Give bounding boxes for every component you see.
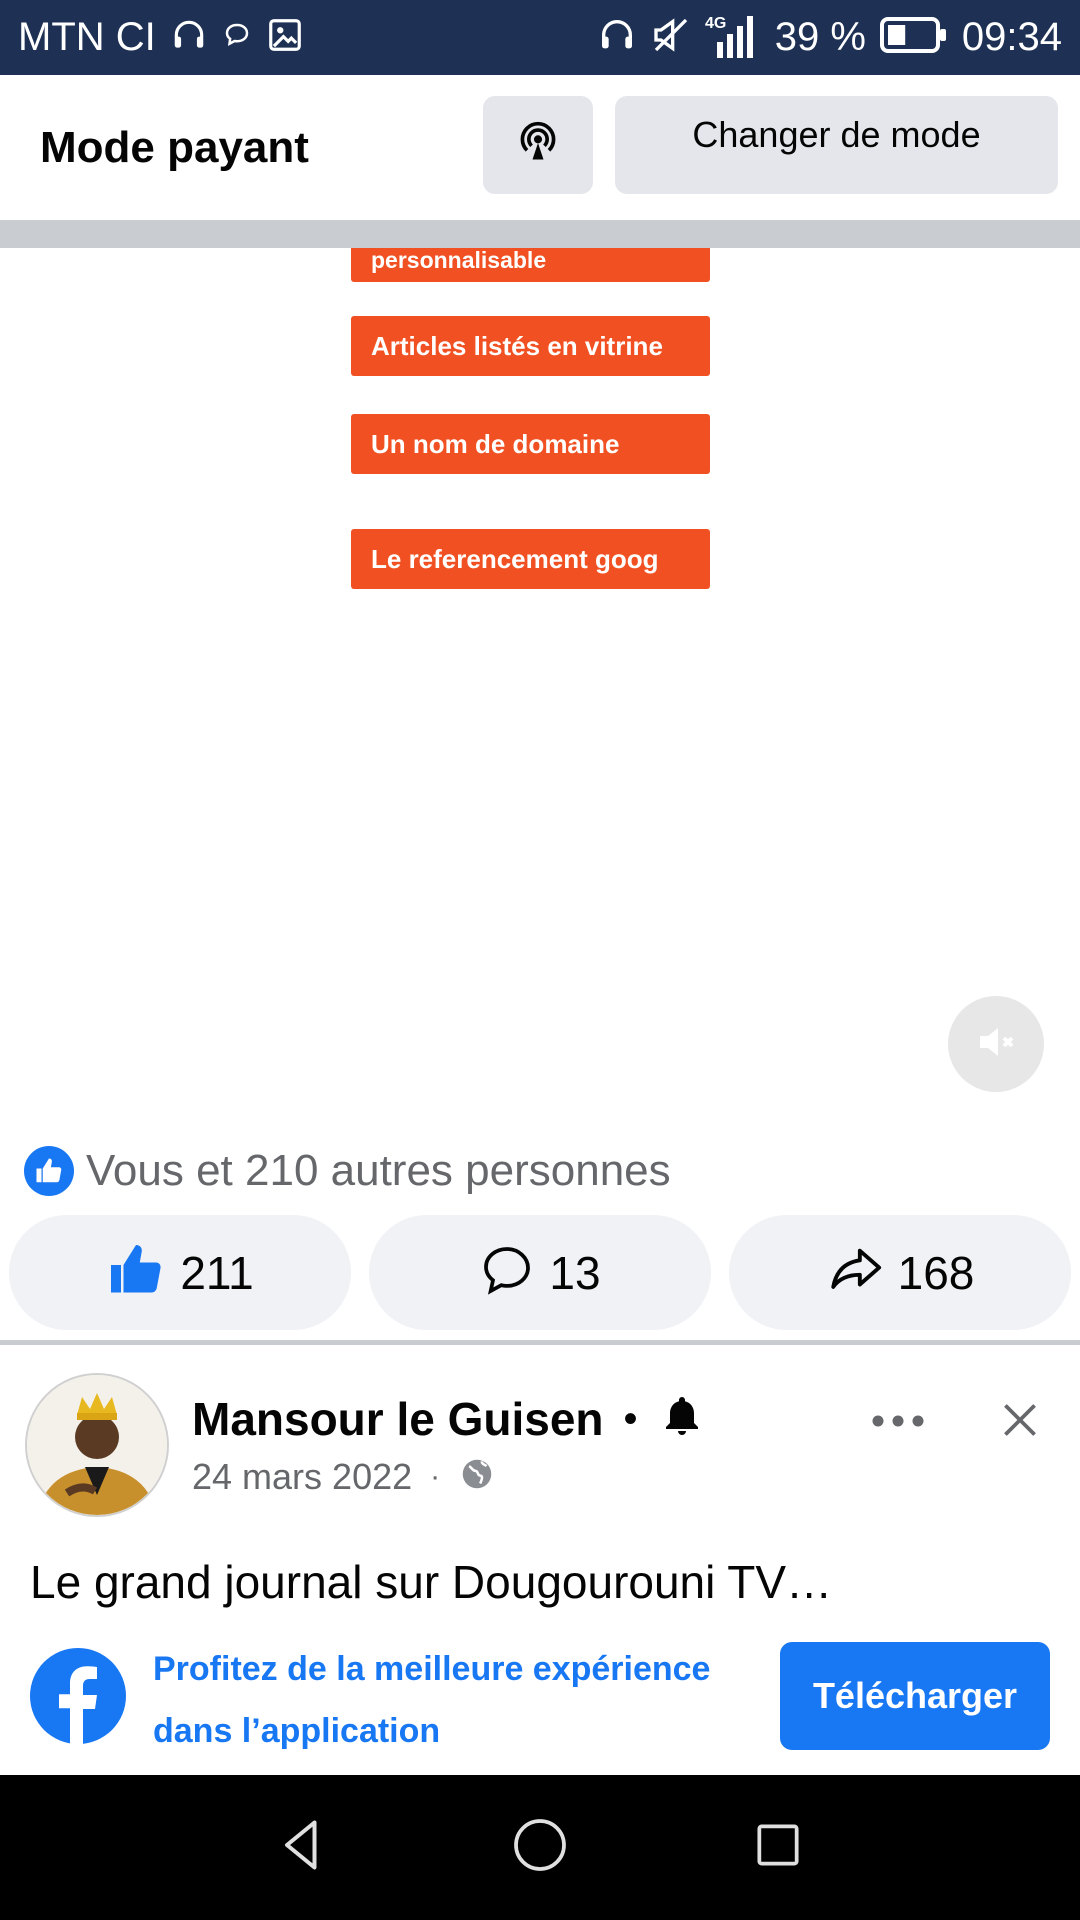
reactions-text: Vous et 210 autres personnes — [86, 1146, 671, 1195]
post-header: Mansour le Guisen • — [192, 1392, 706, 1446]
share-arrow-icon — [826, 1241, 884, 1304]
bell-icon[interactable] — [658, 1393, 706, 1446]
image-icon — [266, 16, 304, 59]
hide-post-button[interactable] — [995, 1395, 1045, 1445]
post-meta: 24 mars 2022 · — [192, 1455, 496, 1498]
author-name[interactable]: Mansour le Guisen — [192, 1392, 604, 1446]
video-tag: Un nom de domaine — [351, 414, 710, 474]
comment-count: 13 — [549, 1246, 601, 1299]
broadcast-icon — [516, 121, 560, 170]
like-count: 211 — [180, 1246, 254, 1299]
video-tag: Articles listés en vitrine — [351, 316, 710, 376]
like-button[interactable]: 211 — [9, 1215, 351, 1330]
share-button[interactable]: 168 — [729, 1215, 1071, 1330]
vibrate-off-icon — [651, 15, 691, 60]
post-actions: 211 13 168 — [0, 1215, 1080, 1330]
avatar[interactable] — [25, 1373, 169, 1517]
post-text[interactable]: Le grand journal sur Dougourouni TV… — [30, 1555, 832, 1609]
home-circle-icon — [508, 1813, 572, 1882]
status-bar-right: 4G 39 % 09:34 — [597, 0, 1062, 75]
reactions-summary[interactable]: Vous et 210 autres personnes — [24, 1145, 671, 1197]
post-date[interactable]: 24 mars 2022 — [192, 1456, 412, 1498]
video-player[interactable]: personnalisable Articles listés en vitri… — [0, 248, 1080, 1133]
download-app-button[interactable]: Télécharger — [780, 1642, 1050, 1750]
thumbs-up-icon — [106, 1240, 166, 1305]
comment-icon — [479, 1242, 535, 1303]
battery-percent: 39 % — [774, 15, 866, 59]
data-mode-header: Mode payant Changer de mode — [0, 75, 1080, 220]
recent-square-icon — [750, 1817, 806, 1878]
like-reaction-icon — [24, 1146, 74, 1196]
close-icon — [995, 1404, 1045, 1449]
meta-separator: · — [430, 1459, 441, 1493]
status-bar-left: MTN CI — [18, 0, 304, 75]
video-tag: Le referencement goog — [351, 529, 710, 589]
system-nav-bar — [0, 1775, 1080, 1920]
mode-title: Mode payant — [40, 123, 309, 172]
facebook-logo-icon — [28, 1646, 128, 1746]
more-options-button[interactable] — [870, 1395, 926, 1451]
comment-button[interactable]: 13 — [369, 1215, 711, 1330]
share-count: 168 — [897, 1246, 975, 1299]
network-type: 4G — [705, 15, 726, 32]
switch-mode-label: Changer de mode — [692, 114, 981, 155]
banner-message: Profitez de la meilleure expérience dans… — [153, 1650, 711, 1750]
back-button[interactable] — [262, 1807, 342, 1887]
battery-icon — [879, 17, 948, 58]
globe-icon — [458, 1455, 496, 1498]
app-install-banner: Profitez de la meilleure expérience dans… — [0, 1620, 1080, 1775]
clock: 09:34 — [961, 15, 1062, 59]
carrier-name: MTN CI — [18, 15, 156, 59]
headphones-icon — [170, 16, 208, 59]
recent-apps-button[interactable] — [738, 1807, 818, 1887]
separator-dot: • — [623, 1396, 638, 1441]
headphones-icon — [597, 15, 637, 60]
more-horizontal-icon — [871, 1414, 925, 1433]
switch-mode-button[interactable]: Changer de mode — [615, 96, 1058, 194]
speaker-muted-icon — [972, 1018, 1020, 1071]
video-tag: personnalisable — [351, 248, 710, 282]
status-bar: MTN CI 4G 39 % 09:34 — [0, 0, 1080, 75]
free-mode-button[interactable] — [483, 96, 593, 194]
unmute-button[interactable] — [948, 996, 1044, 1092]
divider — [0, 220, 1080, 248]
signal-icon: 4G — [705, 12, 761, 63]
back-triangle-icon — [272, 1815, 332, 1880]
chat-bubble-icon — [222, 20, 252, 55]
home-button[interactable] — [500, 1807, 580, 1887]
